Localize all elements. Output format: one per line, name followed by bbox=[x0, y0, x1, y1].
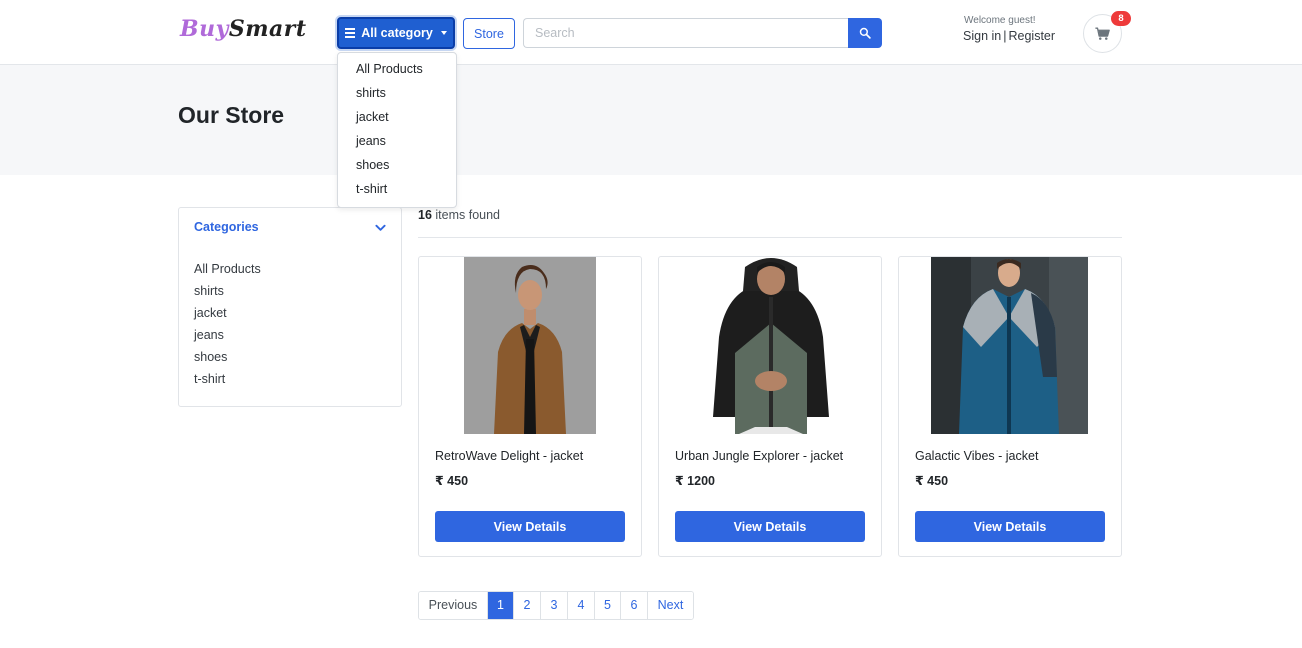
product-image[interactable] bbox=[931, 257, 1088, 434]
sidebar-item-shirts[interactable]: shirts bbox=[194, 283, 261, 305]
brand-logo[interactable]: BuySmart bbox=[180, 16, 307, 42]
pagination: Previous 1 2 3 4 5 6 Next bbox=[418, 591, 694, 620]
items-count: 16 bbox=[418, 208, 432, 222]
product-name[interactable]: RetroWave Delight - jacket bbox=[435, 449, 583, 463]
sign-in-link[interactable]: Sign in bbox=[963, 29, 1001, 43]
previous-page-button[interactable]: Previous bbox=[419, 592, 487, 619]
dropdown-item-jeans[interactable]: jeans bbox=[338, 133, 456, 157]
search-button[interactable] bbox=[848, 18, 882, 48]
all-category-button[interactable]: All category bbox=[337, 17, 455, 49]
dropdown-item-t-shirt[interactable]: t-shirt bbox=[338, 181, 456, 205]
all-category-label: All category bbox=[361, 26, 433, 40]
register-link[interactable]: Register bbox=[1008, 29, 1055, 43]
sidebar-item-jacket[interactable]: jacket bbox=[194, 305, 261, 327]
categories-sidebar: Categories All Products shirts jacket je… bbox=[178, 207, 402, 407]
logo-smart-text: Smart bbox=[228, 16, 307, 42]
sidebar-item-t-shirt[interactable]: t-shirt bbox=[194, 371, 261, 393]
sidebar-item-shoes[interactable]: shoes bbox=[194, 349, 261, 371]
dropdown-item-shirts[interactable]: shirts bbox=[338, 85, 456, 109]
product-price: ₹ 1200 bbox=[675, 474, 715, 488]
page-6-button[interactable]: 6 bbox=[620, 592, 647, 619]
search-icon bbox=[859, 27, 871, 39]
auth-links: Sign in | Register bbox=[963, 29, 1055, 43]
product-card: Urban Jungle Explorer - jacket ₹ 1200 Vi… bbox=[658, 256, 882, 557]
page-4-button[interactable]: 4 bbox=[567, 592, 594, 619]
page-2-button[interactable]: 2 bbox=[513, 592, 540, 619]
items-found-label: items found bbox=[435, 208, 501, 222]
page-title: Our Store bbox=[178, 102, 285, 128]
page-5-button[interactable]: 5 bbox=[594, 592, 620, 619]
product-price: ₹ 450 bbox=[915, 474, 949, 488]
dropdown-item-jacket[interactable]: jacket bbox=[338, 109, 456, 133]
page-1-button[interactable]: 1 bbox=[487, 592, 513, 619]
category-dropdown-menu: All Products shirts jacket jeans shoes t… bbox=[337, 52, 457, 208]
top-navbar: BuySmart All category Store Welcome gues… bbox=[0, 0, 1302, 65]
divider bbox=[418, 237, 1122, 238]
sidebar-title[interactable]: Categories bbox=[194, 220, 259, 234]
view-details-button[interactable]: View Details bbox=[435, 511, 625, 542]
caret-down-icon bbox=[440, 31, 447, 35]
view-details-button[interactable]: View Details bbox=[675, 511, 865, 542]
product-name[interactable]: Galactic Vibes - jacket bbox=[915, 449, 1038, 463]
auth-separator: | bbox=[1003, 29, 1007, 43]
product-card: RetroWave Delight - jacket ₹ 450 View De… bbox=[418, 256, 642, 557]
dropdown-item-shoes[interactable]: shoes bbox=[338, 157, 456, 181]
logo-buy-text: Buy bbox=[180, 16, 229, 42]
product-image[interactable] bbox=[464, 257, 596, 434]
product-name[interactable]: Urban Jungle Explorer - jacket bbox=[675, 449, 843, 463]
page-3-button[interactable]: 3 bbox=[540, 592, 567, 619]
store-button[interactable]: Store bbox=[463, 18, 515, 49]
dropdown-item-all-products[interactable]: All Products bbox=[338, 61, 456, 85]
menu-icon bbox=[345, 28, 356, 38]
cart-icon bbox=[1095, 26, 1110, 40]
chevron-down-icon[interactable] bbox=[375, 224, 386, 232]
search-input[interactable] bbox=[523, 18, 849, 48]
sidebar-category-list: All Products shirts jacket jeans shoes t… bbox=[194, 261, 261, 393]
welcome-text: Welcome guest! bbox=[964, 15, 1036, 26]
product-price: ₹ 450 bbox=[435, 474, 469, 488]
sidebar-item-jeans[interactable]: jeans bbox=[194, 327, 261, 349]
items-found-text: 16 items found bbox=[418, 208, 500, 222]
view-details-button[interactable]: View Details bbox=[915, 511, 1105, 542]
cart-count-badge: 8 bbox=[1111, 11, 1131, 26]
sidebar-item-all-products[interactable]: All Products bbox=[194, 261, 261, 283]
next-page-button[interactable]: Next bbox=[647, 592, 693, 619]
product-image[interactable] bbox=[695, 257, 847, 434]
product-card: Galactic Vibes - jacket ₹ 450 View Detai… bbox=[898, 256, 1122, 557]
